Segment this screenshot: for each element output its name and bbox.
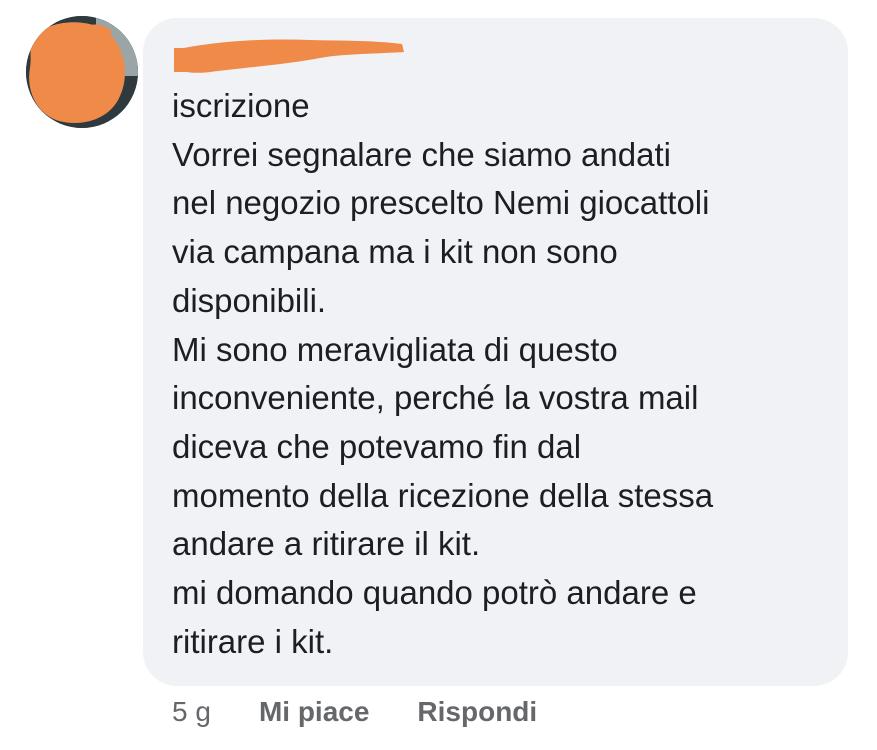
comment-line: disponibili. [172, 281, 327, 319]
comment-timestamp[interactable]: 5 g [172, 696, 211, 728]
redaction-scribble [174, 39, 404, 73]
reply-button[interactable]: Rispondi [417, 696, 537, 728]
like-button[interactable]: Mi piace [259, 696, 369, 728]
comment-line: ritirare i kit. [172, 622, 334, 660]
comment-line: via campana ma i kit non sono [172, 233, 618, 271]
comment-actions: 5 g Mi piace Rispondi [172, 692, 537, 732]
comment-line: momento della ricezione della stessa [172, 476, 714, 514]
comment-line: inconveniente, perché la vostra mail [172, 379, 699, 417]
comment-line: nel negozio prescelto Nemi giocattoli [172, 184, 710, 222]
comment-line: diceva che potevamo fin dal [172, 427, 582, 465]
comment-line: Mi sono meravigliata di questo [172, 330, 618, 368]
avatar[interactable] [26, 16, 138, 128]
comment-line: andare a ritirare il kit. [172, 525, 481, 563]
comment-text: iscrizione Vorrei segnalare che siamo an… [172, 82, 832, 666]
comment-author-name-redacted[interactable] [170, 28, 410, 78]
redacted-avatar-icon [26, 16, 138, 128]
comment-line: mi domando quando potrò andare e [172, 574, 697, 612]
comment-line: Vorrei segnalare che siamo andati [172, 135, 671, 173]
comment-line: iscrizione [172, 87, 310, 124]
